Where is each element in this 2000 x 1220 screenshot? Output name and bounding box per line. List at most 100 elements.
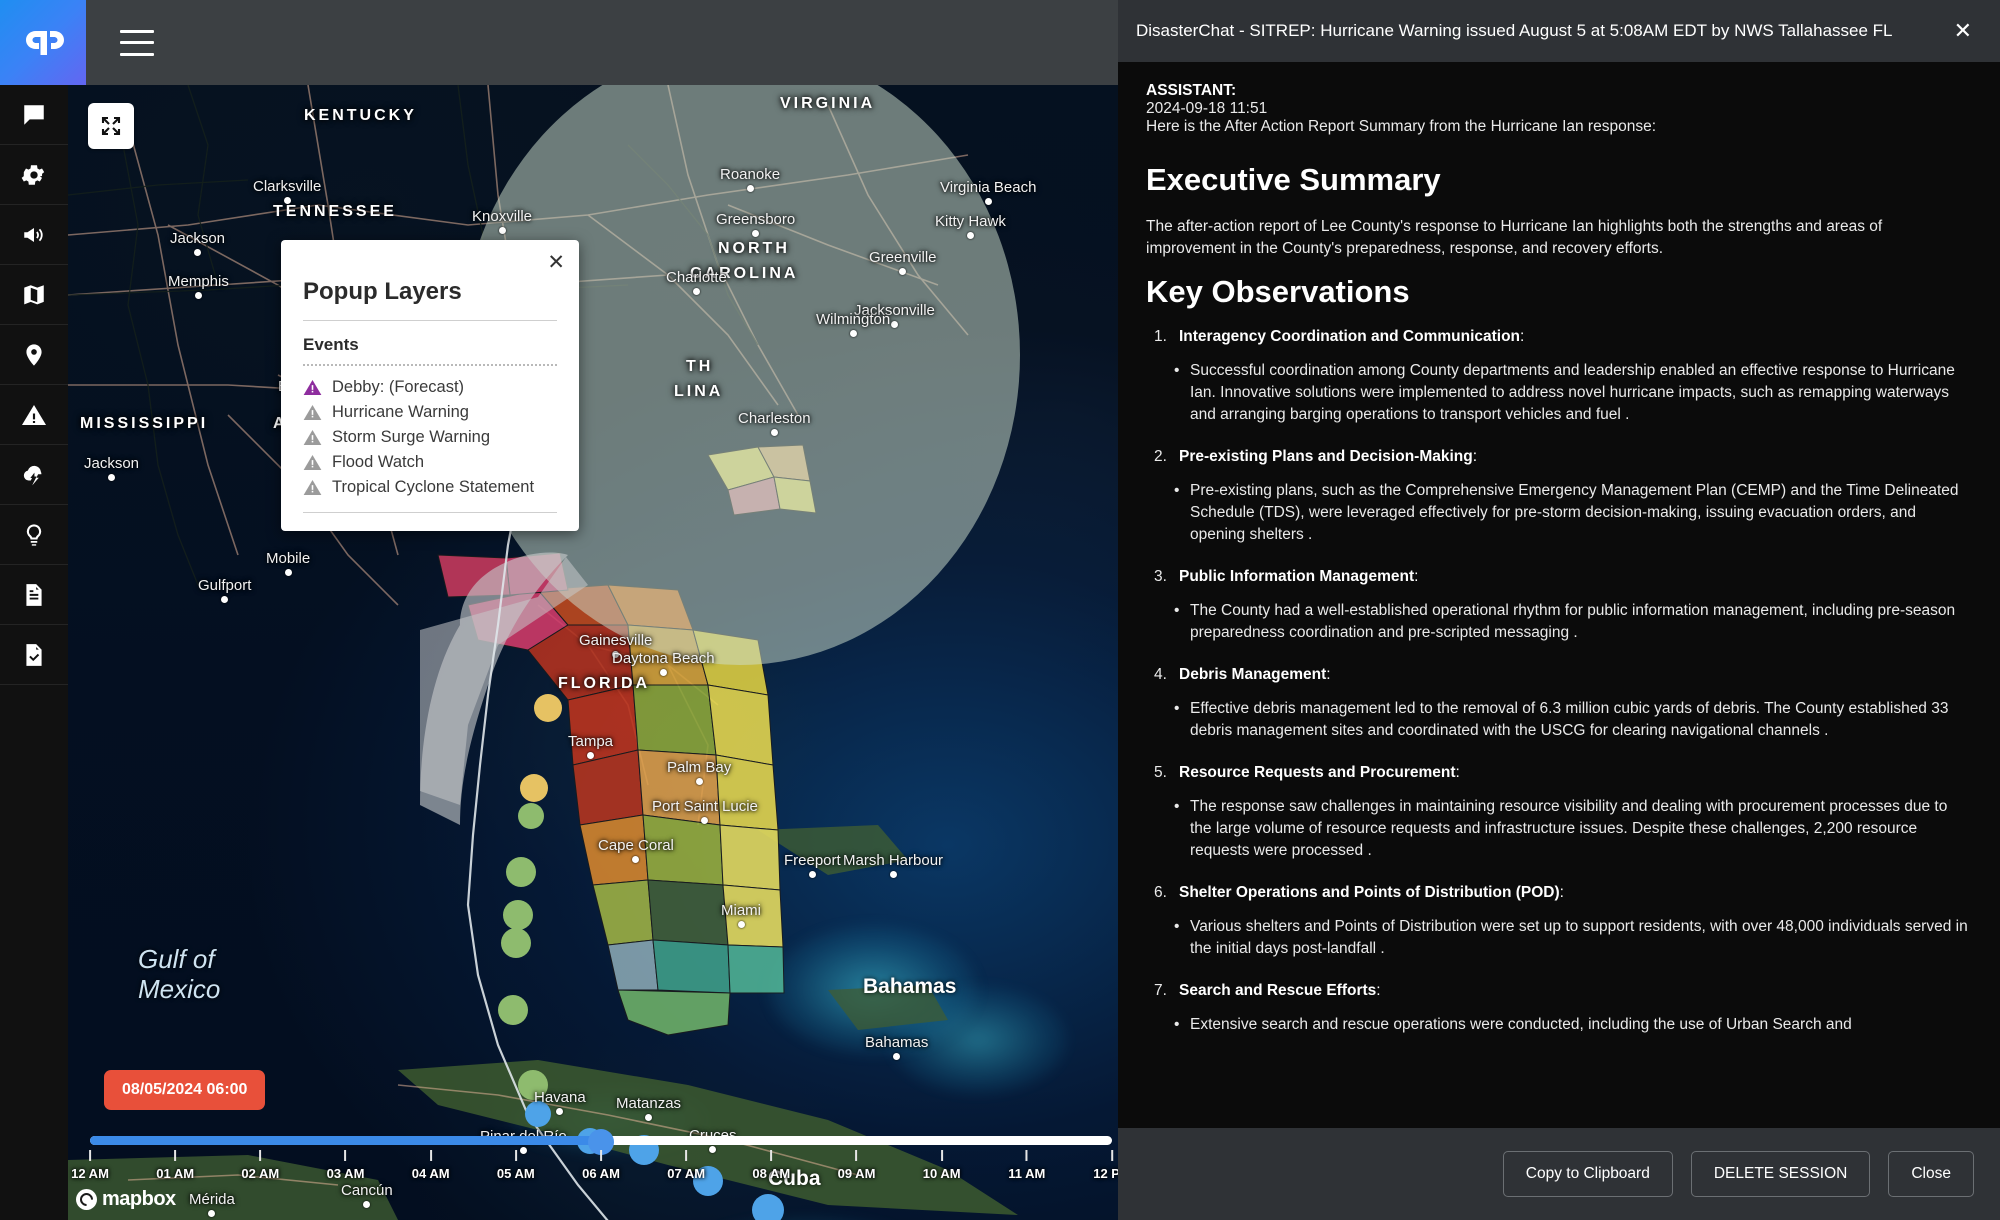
- map-city-label: Charleston: [738, 410, 811, 436]
- chat-footer: Copy to Clipboard DELETE SESSION Close: [1118, 1128, 2000, 1220]
- observation-bullet: Extensive search and rescue operations w…: [1146, 1014, 1972, 1036]
- timeline-slider[interactable]: [90, 1133, 1112, 1147]
- sidebar-item-tasks[interactable]: [0, 625, 68, 685]
- timeline-tick: 12 AM: [71, 1150, 109, 1181]
- warning-polygons: [68, 85, 1118, 1220]
- popup-title: Popup Layers: [303, 266, 557, 320]
- hamburger-menu-icon[interactable]: [120, 30, 154, 56]
- map-state-label: LINA: [674, 383, 723, 401]
- sidebar-item-announcements[interactable]: [0, 205, 68, 265]
- reef-patch: [768, 925, 978, 1055]
- copy-to-clipboard-button[interactable]: Copy to Clipboard: [1503, 1151, 1673, 1197]
- map-city-label: Greenville: [869, 249, 937, 275]
- megaphone-icon: [21, 222, 47, 248]
- map-city-label: Kitty Hawk: [935, 213, 1006, 239]
- map-city-label: Freeport: [784, 852, 841, 878]
- map-country-label: Bahamas: [863, 975, 956, 999]
- popup-layer-label: Tropical Cyclone Statement: [332, 478, 534, 497]
- observation-bullet: Various shelters and Points of Distribut…: [1146, 916, 1972, 960]
- chat-body: ASSISTANT: 2024-09-18 11:51 Here is the …: [1118, 62, 2000, 1128]
- chat-header: DisasterChat - SITREP: Hurricane Warning…: [1118, 0, 2000, 62]
- map-city-label: Mobile: [266, 550, 310, 576]
- observation-bullet: Successful coordination among County dep…: [1146, 360, 1972, 426]
- timeline-tick: 06 AM: [582, 1150, 620, 1181]
- sidebar-item-chat[interactable]: [0, 85, 68, 145]
- reef-patch: [888, 985, 1068, 1095]
- brand-logo-button[interactable]: [0, 0, 86, 85]
- fullscreen-button[interactable]: [88, 103, 134, 149]
- timeline-tick-label: 04 AM: [412, 1166, 450, 1181]
- track-point[interactable]: [503, 900, 533, 930]
- executive-summary-paragraph: The after-action report of Lee County's …: [1146, 216, 1972, 260]
- timeline-tick: 03 AM: [327, 1150, 365, 1181]
- map-city-label: Port Saint Lucie: [652, 798, 758, 824]
- sidebar-item-map[interactable]: [0, 265, 68, 325]
- map-state-label: KENTUCKY: [304, 107, 417, 125]
- timeline-current-value: 08/05/2024 06:00: [104, 1070, 265, 1110]
- map-state-label: FLORIDA: [558, 675, 650, 693]
- track-point[interactable]: [498, 995, 528, 1025]
- observation-title: Search and Rescue Efforts:: [1146, 982, 1972, 1000]
- sidebar-item-weather[interactable]: [0, 445, 68, 505]
- popup-layers-panel[interactable]: ✕ Popup Layers Events Debby: (Forecast)H…: [281, 240, 579, 531]
- map-city-label: Bahamas: [865, 1034, 928, 1060]
- chat-close-button[interactable]: ✕: [1948, 18, 1978, 44]
- map-city-label: Jacksonville: [854, 302, 935, 328]
- timeline-tick: 07 AM: [667, 1150, 705, 1181]
- key-observations-list: Interagency Coordination and Communicati…: [1146, 328, 1972, 1036]
- popup-layer-row[interactable]: Debby: (Forecast): [303, 375, 557, 400]
- map-city-label: Tampa: [568, 733, 613, 759]
- track-point[interactable]: [520, 774, 548, 802]
- track-point[interactable]: [506, 857, 536, 887]
- popup-layer-row[interactable]: Tropical Cyclone Statement: [303, 475, 557, 500]
- popup-layer-row[interactable]: Hurricane Warning: [303, 400, 557, 425]
- observation-bullets: Various shelters and Points of Distribut…: [1146, 916, 1972, 960]
- map-state-label: MISSISSIPPI: [80, 415, 208, 433]
- sidebar-item-alerts[interactable]: [0, 385, 68, 445]
- timeline-tick-label: 03 AM: [327, 1166, 365, 1181]
- observation-title-text: Resource Requests and Procurement: [1179, 764, 1456, 781]
- delete-session-button[interactable]: DELETE SESSION: [1691, 1151, 1871, 1197]
- timeline-tick: 09 AM: [838, 1150, 876, 1181]
- sidebar-item-reports[interactable]: [0, 565, 68, 625]
- map-city-label: Roanoke: [720, 166, 780, 192]
- mapbox-wordmark: mapbox: [102, 1188, 176, 1211]
- landmass-shapes: [68, 85, 1118, 1220]
- mapbox-attribution[interactable]: mapbox: [76, 1188, 176, 1211]
- warning-triangle-icon: [303, 478, 322, 497]
- observation-bullet: Effective debris management led to the r…: [1146, 698, 1972, 742]
- observation-title: Debris Management:: [1146, 666, 1972, 684]
- map-city-label: Cape Coral: [598, 837, 674, 863]
- sidebar-item-settings[interactable]: [0, 145, 68, 205]
- timeline-tick-label: 05 AM: [497, 1166, 535, 1181]
- observation-title: Shelter Operations and Points of Distrib…: [1146, 884, 1972, 902]
- map-city-label: Palm Bay: [667, 759, 731, 785]
- chat-title: DisasterChat - SITREP: Hurricane Warning…: [1136, 21, 1893, 41]
- map-canvas[interactable]: KENTUCKYVIRGINIATENNESSEENORTHCAROLINAMI…: [68, 85, 1118, 1220]
- track-point[interactable]: [534, 694, 562, 722]
- track-point[interactable]: [501, 928, 531, 958]
- close-button[interactable]: Close: [1888, 1151, 1974, 1197]
- observation-title-text: Search and Rescue Efforts: [1179, 982, 1376, 999]
- observation-bullets: Pre-existing plans, such as the Comprehe…: [1146, 480, 1972, 546]
- observation-bullets: The County had a well-established operat…: [1146, 600, 1972, 644]
- sidebar-item-places[interactable]: [0, 325, 68, 385]
- observation-bullets: Extensive search and rescue operations w…: [1146, 1014, 1972, 1036]
- track-point[interactable]: [518, 803, 544, 829]
- cp-logo-icon: [20, 23, 66, 63]
- timeline-tick: 11 AM: [1008, 1150, 1045, 1181]
- observation-item: Public Information Management:The County…: [1146, 568, 1972, 644]
- map-city-label: Knoxville: [472, 208, 532, 234]
- popup-layer-row[interactable]: Storm Surge Warning: [303, 425, 557, 450]
- popup-layer-row[interactable]: Flood Watch: [303, 450, 557, 475]
- message-timestamp: 2024-09-18 11:51: [1146, 100, 1972, 118]
- popup-layer-list: Debby: (Forecast)Hurricane WarningStorm …: [303, 375, 557, 500]
- track-point[interactable]: [518, 1070, 548, 1100]
- chat-icon: [21, 102, 47, 128]
- map-city-label: Wilmington: [816, 311, 890, 337]
- map-city-label: Marsh Harbour: [843, 852, 943, 878]
- track-point[interactable]: [525, 1101, 551, 1127]
- top-bar: [0, 0, 1118, 85]
- popup-close-button[interactable]: ✕: [547, 252, 565, 273]
- sidebar-item-insights[interactable]: [0, 505, 68, 565]
